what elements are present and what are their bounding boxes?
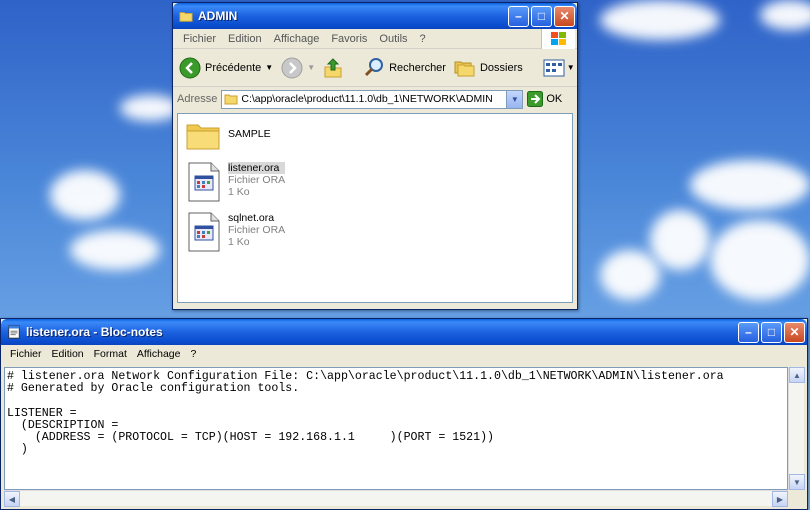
explorer-toolbar: Précédente ▼ ▼ Rechercher Dossiers ▼ [173,49,577,87]
scroll-up-icon[interactable]: ▲ [789,367,805,383]
file-size: 1 Ko [228,236,250,248]
menu-affichage[interactable]: Affichage [268,33,326,45]
scrollbar-corner [788,490,804,506]
menu-format[interactable]: Format [89,348,132,360]
notepad-title: listener.ora - Bloc-notes [26,325,163,339]
forward-button[interactable]: ▼ [281,57,315,79]
text-line: ​ [7,395,785,407]
menu-edition[interactable]: Edition [47,348,89,360]
file-list[interactable]: SAMPLE listener.ora Fichier ORA 1 Ko sql… [177,113,573,303]
scroll-left-icon[interactable]: ◀ [4,491,20,507]
text-line: (ADDRESS = (PROTOCOL = TCP)(HOST = 192.1… [7,431,495,445]
menu-outils[interactable]: Outils [373,33,413,45]
scroll-right-icon[interactable]: ▶ [772,491,788,507]
ora-file-icon [188,162,220,202]
file-type: Fichier ORA [228,224,286,236]
explorer-title: ADMIN [198,9,238,23]
maximize-button[interactable]: □ [761,321,782,343]
windows-logo-icon [541,29,575,49]
text-line: LISTENER = [7,406,77,420]
forward-dropdown-icon[interactable]: ▼ [307,63,315,72]
file-name: sqlnet.ora [228,212,275,224]
back-dropdown-icon[interactable]: ▼ [265,63,273,72]
notepad-text-area[interactable]: # listener.ora Network Configuration Fil… [4,367,788,490]
file-size: 1 Ko [228,186,250,198]
menu-affichage[interactable]: Affichage [132,348,186,360]
folder-icon [186,124,220,150]
notepad-window[interactable]: listener.ora - Bloc-notes – □ ✕ Fichier … [0,318,808,510]
up-folder-button[interactable] [323,57,343,79]
folders-icon [454,61,475,76]
address-bar: Adresse C:\app\oracle\product\11.1.0\db_… [173,87,577,111]
ora-file-icon [188,212,220,252]
text-line: ) [7,443,28,457]
notepad-menubar: Fichier Edition Format Affichage ? [1,345,807,363]
search-button[interactable]: Rechercher [363,57,446,79]
folder-item-sample[interactable]: SAMPLE [186,120,271,150]
file-item-sqlnet[interactable]: sqlnet.ora Fichier ORA 1 Ko [188,212,285,252]
minimize-button[interactable]: – [508,5,529,27]
file-item-listener[interactable]: listener.ora Fichier ORA 1 Ko [188,162,286,202]
vertical-scrollbar[interactable]: ▲ ▼ [788,367,805,490]
close-button[interactable]: ✕ [554,5,575,27]
folders-button[interactable]: Dossiers [454,58,523,78]
address-path: C:\app\oracle\product\11.1.0\db_1\NETWOR… [241,93,493,105]
folder-icon [224,94,238,105]
folder-icon [179,12,193,22]
search-icon [365,57,384,76]
minimize-button[interactable]: – [738,321,759,343]
scroll-down-icon[interactable]: ▼ [789,474,805,490]
views-button[interactable]: ▼ [543,59,575,77]
address-dropdown-icon[interactable]: ▼ [506,90,523,108]
horizontal-scrollbar[interactable]: ◀ ▶ [4,490,788,507]
forward-arrow-icon [281,57,303,78]
menu-fichier[interactable]: Fichier [5,348,47,360]
maximize-button[interactable]: □ [531,5,552,27]
menu-help[interactable]: ? [414,33,432,45]
menu-help[interactable]: ? [185,348,201,360]
menu-fichier[interactable]: Fichier [177,33,222,45]
views-icon [543,59,565,76]
notepad-icon [8,325,20,339]
explorer-window[interactable]: ADMIN – □ ✕ Fichier Edition Affichage Fa… [172,2,578,310]
address-label: Adresse [177,93,218,105]
back-arrow-icon [179,57,201,78]
menu-edition[interactable]: Edition [222,33,268,45]
file-name: SAMPLE [228,128,271,140]
address-field[interactable]: C:\app\oracle\product\11.1.0\db_1\NETWOR… [221,89,524,109]
file-name: listener.ora [228,162,286,174]
go-arrow-icon [527,91,544,107]
close-button[interactable]: ✕ [784,321,805,343]
views-dropdown-icon[interactable]: ▼ [567,63,575,72]
back-button[interactable]: Précédente ▼ [179,57,273,79]
text-line: # Generated by Oracle configuration tool… [7,382,300,396]
menu-favoris[interactable]: Favoris [325,33,373,45]
notepad-titlebar[interactable]: listener.ora - Bloc-notes – □ ✕ [1,319,807,345]
go-button[interactable]: OK [527,91,562,107]
up-folder-icon [324,57,342,77]
file-type: Fichier ORA [228,174,286,186]
explorer-titlebar[interactable]: ADMIN – □ ✕ [173,3,577,29]
explorer-menubar: Fichier Edition Affichage Favoris Outils… [173,29,577,49]
